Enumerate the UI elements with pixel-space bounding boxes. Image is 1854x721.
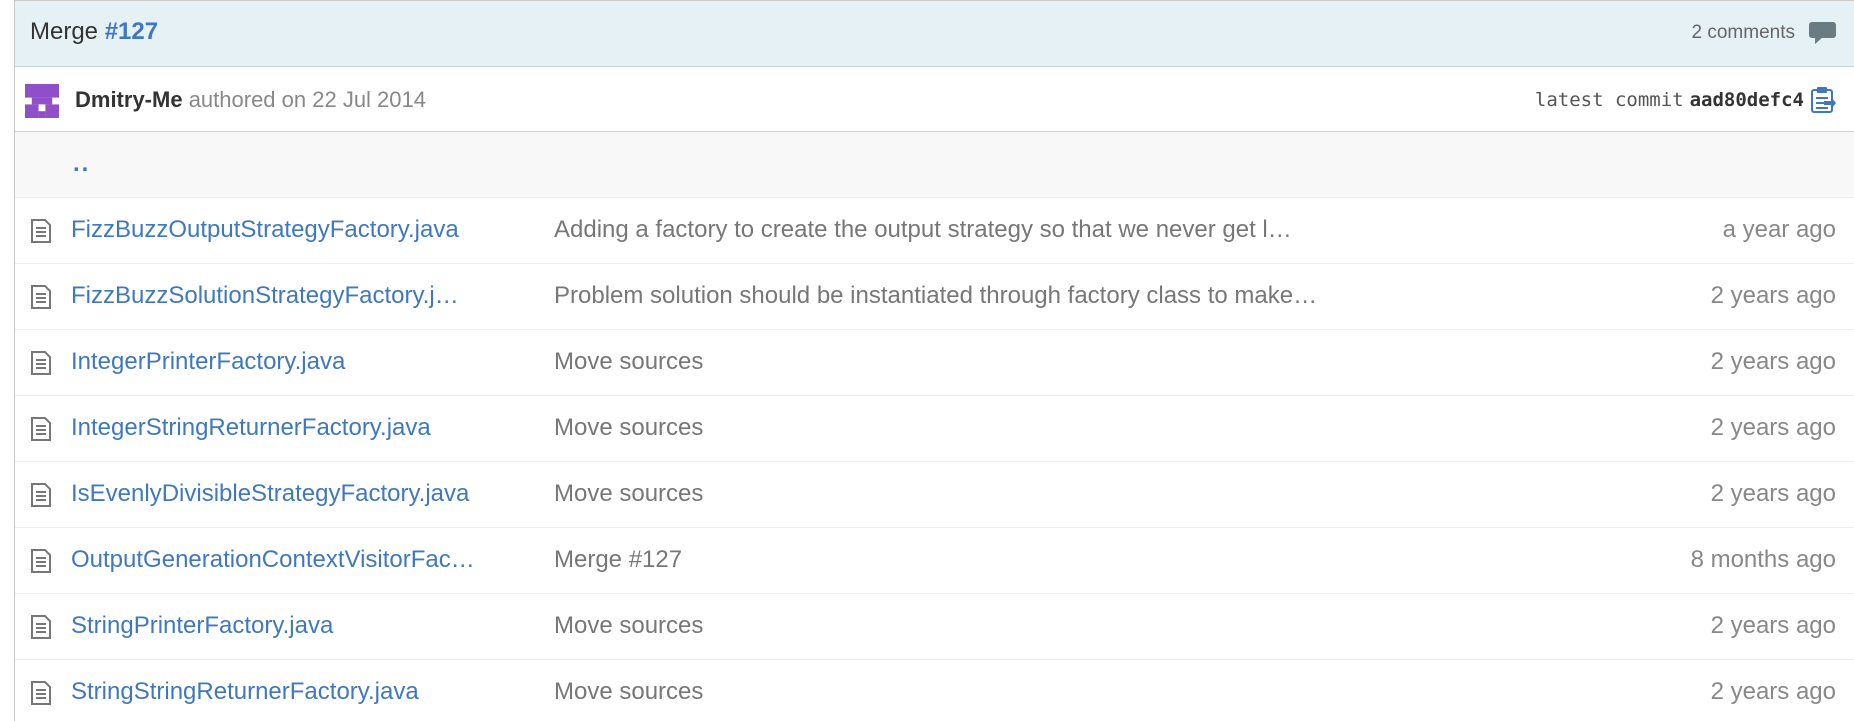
file-name-link[interactable]: FizzBuzzOutputStrategyFactory.java	[71, 216, 511, 244]
file-text-icon	[30, 483, 52, 507]
pull-request-link[interactable]: #127	[105, 18, 158, 45]
file-text-icon	[30, 219, 52, 243]
file-age: 2 years ago	[1710, 678, 1836, 705]
file-name-link[interactable]: OutputGenerationContextVisitorFac…	[71, 546, 511, 574]
file-row[interactable]: IsEvenlyDivisibleStrategyFactory.java Mov…	[15, 462, 1854, 528]
parent-directory-link[interactable]: ..	[73, 150, 90, 178]
file-text-icon	[30, 549, 52, 573]
file-age: 2 years ago	[1710, 414, 1836, 441]
file-text-icon	[30, 615, 52, 639]
file-text-icon	[30, 681, 52, 705]
file-row[interactable]: StringPrinterFactory.java Move sources 2 y…	[15, 594, 1854, 660]
author-avatar[interactable]	[25, 84, 59, 118]
file-name-link[interactable]: IsEvenlyDivisibleStrategyFactory.java	[71, 480, 511, 508]
commit-title-prefix: Merge	[30, 18, 105, 45]
latest-commit-label: latest commit	[1534, 89, 1684, 111]
file-commit-message[interactable]: Move sources	[554, 414, 703, 442]
file-commit-message[interactable]: Move sources	[554, 678, 703, 706]
file-name-link[interactable]: StringPrinterFactory.java	[71, 612, 511, 640]
file-age: a year ago	[1722, 216, 1836, 243]
author-name[interactable]: Dmitry-Me	[75, 87, 183, 112]
file-commit-message[interactable]: Problem solution should be instantiated …	[554, 282, 1317, 310]
file-browser: Merge #127 2 comments Dmitry-Me authored…	[14, 0, 1854, 721]
file-list: .. FizzBuzzOutputStrategyFactory.java Add…	[15, 132, 1854, 721]
commit-title: Merge #127	[30, 18, 158, 46]
latest-commit: latest commit aad80defc4	[1535, 86, 1836, 114]
file-age: 2 years ago	[1710, 480, 1836, 507]
file-age: 8 months ago	[1690, 546, 1836, 573]
file-row[interactable]: OutputGenerationContextVisitorFac… Merge …	[15, 528, 1854, 594]
comments-count[interactable]: 2 comments	[1692, 22, 1795, 44]
commit-sha[interactable]: aad80defc4	[1690, 89, 1804, 111]
authored-date: authored on 22 Jul 2014	[182, 87, 426, 112]
file-text-icon	[30, 285, 52, 309]
file-commit-message[interactable]: Merge #127	[554, 546, 682, 574]
clipboard-icon[interactable]	[1810, 86, 1836, 114]
file-commit-message[interactable]: Move sources	[554, 612, 703, 640]
file-commit-message[interactable]: Adding a factory to create the output st…	[554, 216, 1292, 244]
file-name-link[interactable]: FizzBuzzSolutionStrategyFactory.j…	[71, 282, 511, 310]
file-row[interactable]: IntegerStringReturnerFactory.java Move so…	[15, 396, 1854, 462]
file-row[interactable]: FizzBuzzSolutionStrategyFactory.j… Proble…	[15, 264, 1854, 330]
file-commit-message[interactable]: Move sources	[554, 348, 703, 376]
file-age: 2 years ago	[1710, 612, 1836, 639]
file-name-link[interactable]: IntegerStringReturnerFactory.java	[71, 414, 511, 442]
file-row[interactable]: FizzBuzzOutputStrategyFactory.java Adding…	[15, 198, 1854, 264]
file-text-icon	[30, 351, 52, 375]
file-text-icon	[30, 417, 52, 441]
file-row[interactable]: IntegerPrinterFactory.java Move sources 2 …	[15, 330, 1854, 396]
file-name-link[interactable]: StringStringReturnerFactory.java	[71, 678, 511, 706]
comments-link[interactable]: 2 comments	[1692, 22, 1836, 44]
comment-icon	[1809, 22, 1836, 44]
author-line: Dmitry-Me authored on 22 Jul 2014	[75, 87, 426, 113]
file-name-link[interactable]: IntegerPrinterFactory.java	[71, 348, 511, 376]
parent-directory-row[interactable]: ..	[15, 132, 1854, 198]
file-row[interactable]: StringStringReturnerFactory.java Move sou…	[15, 660, 1854, 721]
commit-tease: Merge #127 2 comments	[15, 1, 1854, 67]
file-commit-message[interactable]: Move sources	[554, 480, 703, 508]
file-age: 2 years ago	[1710, 348, 1836, 375]
file-age: 2 years ago	[1710, 282, 1836, 309]
commit-meta: Dmitry-Me authored on 22 Jul 2014 latest…	[15, 67, 1854, 132]
